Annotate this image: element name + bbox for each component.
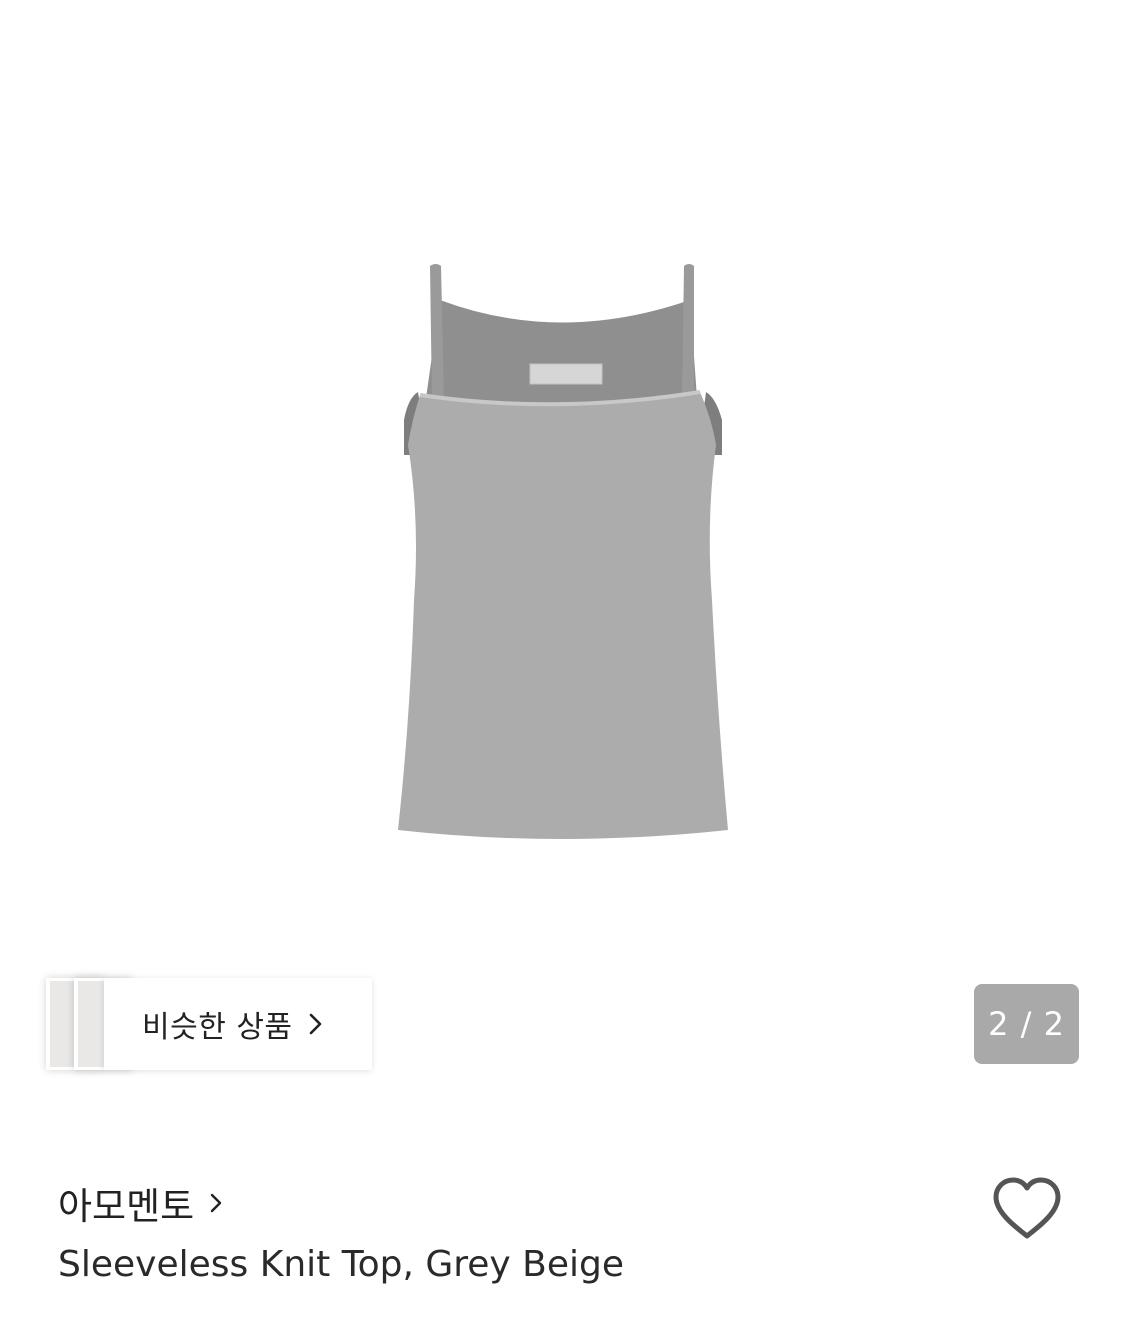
heart-outline-icon [993,1177,1061,1239]
brand-name: 아모멘토 [58,1185,195,1228]
product-image[interactable] [0,0,1125,960]
image-page-counter: 2 / 2 [974,984,1079,1064]
brand-link[interactable]: 아모멘토 [58,1176,222,1230]
similar-products-label: 비슷한 상품 [142,1010,293,1045]
similar-products-card[interactable]: 비슷한 상품 [104,978,372,1070]
product-detail-page: 비슷한 상품 2 / 2 아모멘토 Sleeveless Knit Top, G… [0,0,1125,1326]
wishlist-button[interactable] [990,1176,1064,1242]
product-title: Sleeveless Knit Top, Grey Beige [58,1244,624,1285]
similar-products-button[interactable]: 비슷한 상품 [46,978,372,1070]
chevron-right-icon [309,1013,321,1035]
chevron-right-icon [210,1193,222,1213]
camisole-illustration [398,264,728,839]
